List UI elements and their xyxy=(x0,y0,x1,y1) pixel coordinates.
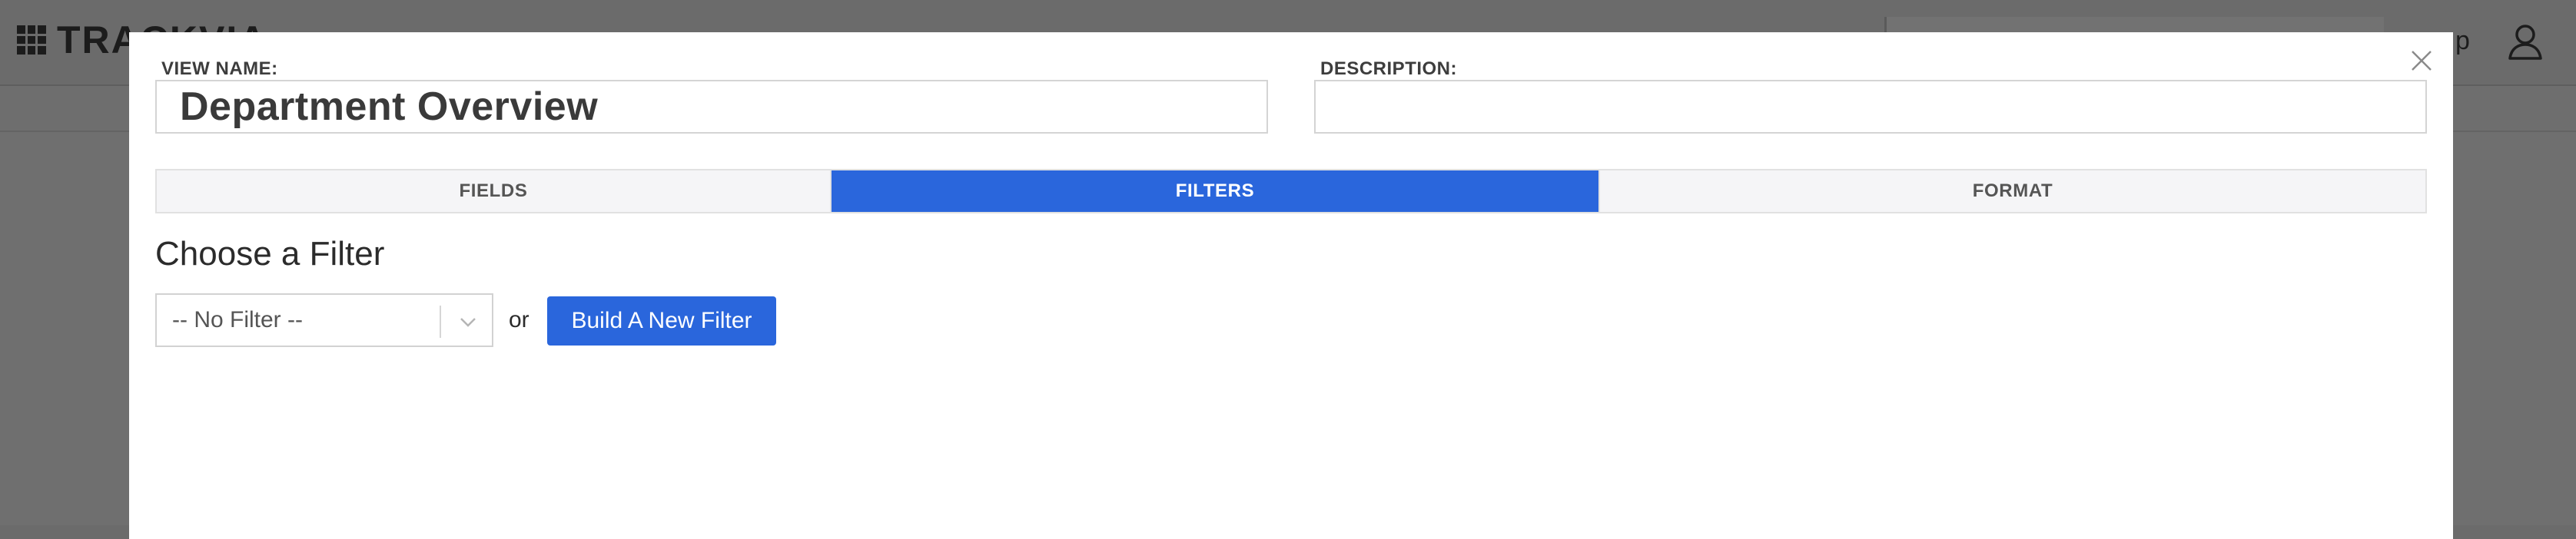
select-divider xyxy=(440,306,441,338)
logo-grid-icon xyxy=(17,25,46,55)
filter-select-value: -- No Filter -- xyxy=(172,307,303,332)
choose-filter-heading: Choose a Filter xyxy=(155,235,385,273)
description-label: DESCRIPTION: xyxy=(1320,58,1458,79)
tab-filters[interactable]: FILTERS xyxy=(832,170,1598,212)
view-name-input[interactable] xyxy=(155,80,1268,134)
header-right-text: p xyxy=(2455,26,2470,55)
view-tabs: FIELDS FILTERS FORMAT xyxy=(155,169,2427,213)
filter-select[interactable]: -- No Filter -- xyxy=(155,293,493,347)
build-new-filter-button[interactable]: Build A New Filter xyxy=(547,296,776,346)
user-icon xyxy=(2508,25,2542,60)
chevron-down-icon xyxy=(460,318,476,327)
view-name-label: VIEW NAME: xyxy=(161,58,278,79)
tab-format[interactable]: FORMAT xyxy=(1598,170,2425,212)
description-input[interactable] xyxy=(1314,80,2427,134)
or-text: or xyxy=(509,307,529,332)
close-icon[interactable] xyxy=(2408,48,2435,74)
tab-fields[interactable]: FIELDS xyxy=(157,170,832,212)
